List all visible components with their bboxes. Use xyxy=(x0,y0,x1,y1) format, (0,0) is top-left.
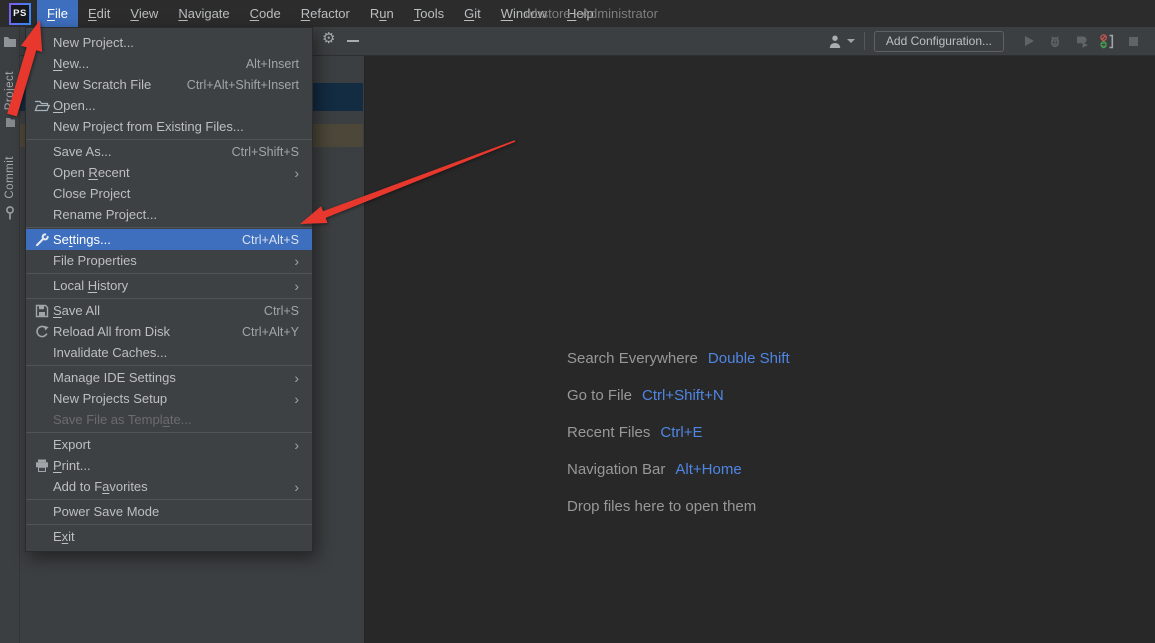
menu-item-new-scratch-file[interactable]: New Scratch File Ctrl+Alt+Shift+Insert xyxy=(26,74,312,95)
submenu-arrow-icon: › xyxy=(294,371,299,385)
menu-item-open-recent[interactable]: Open Recent › xyxy=(26,162,312,183)
menu-separator xyxy=(26,365,312,366)
phpstorm-window: { "app": { "logo_text": "PS", "window_ti… xyxy=(0,0,1155,643)
project-tab-icon xyxy=(5,115,16,133)
refresh-icon xyxy=(33,325,51,339)
sidebar-item-commit[interactable]: Commit xyxy=(0,156,20,225)
hint-drop-files-here-to-open-them: Drop files here to open them xyxy=(567,498,790,515)
menu-separator xyxy=(26,499,312,500)
menu-item-save-all[interactable]: Save All Ctrl+S xyxy=(26,300,312,321)
debug-bug-icon[interactable] xyxy=(1042,28,1068,54)
tool-window-stripe: Project Commit xyxy=(0,27,20,643)
user-account-button[interactable] xyxy=(824,26,857,56)
phpstorm-logo-text: PS xyxy=(11,5,29,23)
menu-item-new-projects-setup[interactable]: New Projects Setup › xyxy=(26,388,312,409)
menu-item-power-save-mode[interactable]: Power Save Mode xyxy=(26,501,312,522)
menubar-item-view[interactable]: View xyxy=(120,0,168,27)
submenu-arrow-icon: › xyxy=(294,392,299,406)
menu-item-print[interactable]: Print... xyxy=(26,455,312,476)
menu-item-local-history[interactable]: Local History › xyxy=(26,275,312,296)
titlebar: PS FileEditViewNavigateCodeRefactorRunTo… xyxy=(0,0,1155,27)
menu-item-open[interactable]: Open... xyxy=(26,95,312,116)
menubar-item-code[interactable]: Code xyxy=(240,0,291,27)
folder-open-icon xyxy=(33,99,51,112)
gear-icon[interactable]: ⚙ xyxy=(322,31,335,46)
commit-icon xyxy=(4,204,16,225)
printer-icon xyxy=(33,459,51,472)
menu-item-export[interactable]: Export › xyxy=(26,434,312,455)
commit-tab-label: Commit xyxy=(4,156,16,199)
file-menu-dropdown: New Project... New... Alt+Insert New Scr… xyxy=(25,27,313,552)
chevron-down-icon xyxy=(847,39,855,43)
menu-item-new-project-from-existing-files[interactable]: New Project from Existing Files... xyxy=(26,116,312,137)
menubar-item-file[interactable]: File xyxy=(37,0,78,27)
sidebar-item-project[interactable]: Project xyxy=(0,71,20,133)
submenu-arrow-icon: › xyxy=(294,480,299,494)
folder-icon xyxy=(0,36,20,48)
menubar-item-tools[interactable]: Tools xyxy=(404,0,454,27)
user-icon xyxy=(826,28,844,54)
profiler-icon[interactable] xyxy=(1094,28,1120,54)
hint-search-everywhere: Search EverywhereDouble Shift xyxy=(567,350,790,367)
menu-separator xyxy=(26,298,312,299)
submenu-arrow-icon: › xyxy=(294,279,299,293)
submenu-arrow-icon: › xyxy=(294,166,299,180)
run-play-icon[interactable] xyxy=(1016,28,1042,54)
menu-separator xyxy=(26,139,312,140)
menu-item-exit[interactable]: Exit xyxy=(26,526,312,547)
menu-separator xyxy=(26,432,312,433)
submenu-arrow-icon: › xyxy=(294,438,299,452)
menu-item-invalidate-caches[interactable]: Invalidate Caches... xyxy=(26,342,312,363)
toolbar-right-cluster: Add Configuration... xyxy=(824,27,1146,55)
menu-item-reload-all-from-disk[interactable]: Reload All from Disk Ctrl+Alt+Y xyxy=(26,321,312,342)
menubar-item-refactor[interactable]: Refactor xyxy=(291,0,360,27)
menubar-item-edit[interactable]: Edit xyxy=(78,0,120,27)
menubar-item-git[interactable]: Git xyxy=(454,0,491,27)
menubar: FileEditViewNavigateCodeRefactorRunTools… xyxy=(37,0,604,27)
hint-recent-files: Recent FilesCtrl+E xyxy=(567,424,790,441)
minimize-icon[interactable] xyxy=(347,40,359,42)
hint-go-to-file: Go to FileCtrl+Shift+N xyxy=(567,387,790,404)
menu-separator xyxy=(26,273,312,274)
floppy-icon xyxy=(33,304,51,318)
menu-separator xyxy=(26,227,312,228)
menu-separator xyxy=(26,524,312,525)
menu-item-add-to-favorites[interactable]: Add to Favorites › xyxy=(26,476,312,497)
menubar-item-run[interactable]: Run xyxy=(360,0,404,27)
phpstorm-logo-icon: PS xyxy=(9,3,31,25)
coverage-icon[interactable] xyxy=(1068,28,1094,54)
menu-item-new-project[interactable]: New Project... xyxy=(26,32,312,53)
submenu-arrow-icon: › xyxy=(294,254,299,268)
menu-item-save-as[interactable]: Save As... Ctrl+Shift+S xyxy=(26,141,312,162)
toolbar-divider xyxy=(864,32,865,50)
menu-item-new[interactable]: New... Alt+Insert xyxy=(26,53,312,74)
menu-item-close-project[interactable]: Close Project xyxy=(26,183,312,204)
editor-shortcut-hints: Search EverywhereDouble Shift Go to File… xyxy=(567,350,790,535)
menu-item-settings[interactable]: Settings... Ctrl+Alt+S xyxy=(26,229,312,250)
menu-item-manage-ide-settings[interactable]: Manage IDE Settings › xyxy=(26,367,312,388)
wrench-icon xyxy=(33,233,51,247)
hint-navigation-bar: Navigation BarAlt+Home xyxy=(567,461,790,478)
menu-item-save-file-as-template: Save File as Template... xyxy=(26,409,312,430)
menu-item-file-properties[interactable]: File Properties › xyxy=(26,250,312,271)
window-title: wbstore - Administrator xyxy=(525,0,658,27)
menubar-item-navigate[interactable]: Navigate xyxy=(168,0,239,27)
menu-item-rename-project[interactable]: Rename Project... xyxy=(26,204,312,225)
stop-icon[interactable] xyxy=(1120,28,1146,54)
add-configuration-button[interactable]: Add Configuration... xyxy=(874,31,1004,52)
project-tab-label: Project xyxy=(4,71,16,110)
